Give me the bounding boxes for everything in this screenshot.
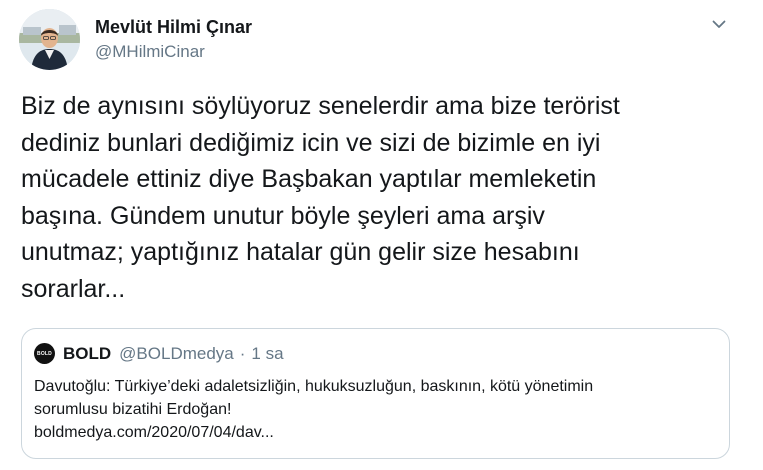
quoted-tweet-header: BOLD BOLD @BOLDmedya · 1 sa: [34, 343, 284, 364]
quoted-tweet-text: Davutoğlu: Türkiye’deki adaletsizliğin, …: [34, 378, 594, 441]
tweet-text: Biz de aynısını söylüyoruz senelerdir am…: [21, 92, 620, 303]
quoted-tweet[interactable]: BOLD BOLD @BOLDmedya · 1 sa Davutoğlu: T…: [21, 328, 730, 459]
avatar-photo: [19, 9, 80, 70]
avatar[interactable]: [19, 9, 80, 70]
quoted-tweet-time: 1 sa: [251, 343, 284, 363]
author-handle[interactable]: @MHilmiCinar: [95, 42, 205, 62]
quoted-account-logo: BOLD: [34, 343, 55, 364]
tweet-card: Mevlüt Hilmi Çınar @MHilmiCinar Biz de a…: [0, 0, 763, 470]
quoted-account-handle: @BOLDmedya: [119, 343, 234, 363]
quoted-account-name: BOLD: [63, 343, 112, 363]
author-name[interactable]: Mevlüt Hilmi Çınar: [95, 17, 252, 38]
tweet-menu-button[interactable]: [704, 10, 734, 38]
separator-dot: ·: [239, 343, 246, 363]
chevron-down-icon: [712, 20, 726, 28]
